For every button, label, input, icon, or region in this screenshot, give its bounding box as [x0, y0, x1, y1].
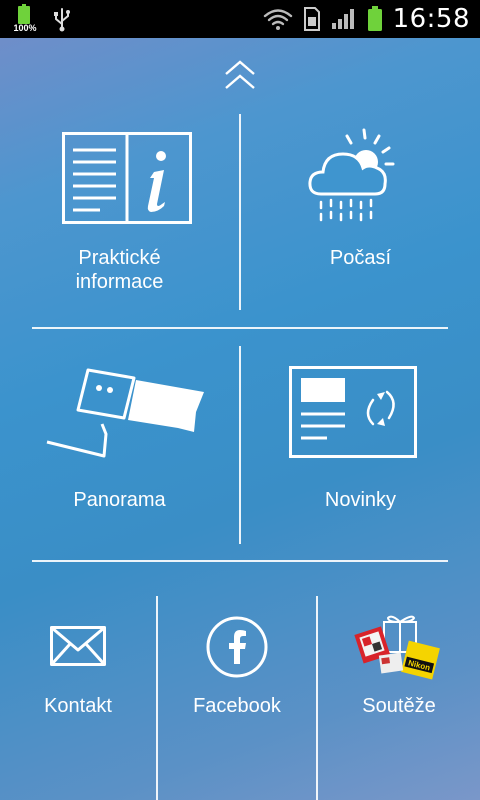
- tile-label: Kontakt: [44, 695, 112, 717]
- sim-card-icon: [303, 7, 320, 31]
- gifts-prizes-icon: Nikon: [354, 615, 440, 680]
- info-book-icon: [62, 132, 192, 224]
- tile-souteze[interactable]: Nikon Soutěže: [318, 578, 480, 800]
- tile-label-line1: Praktické: [78, 247, 161, 269]
- clock: 16:58: [392, 4, 470, 34]
- tile-label: Panorama: [73, 489, 166, 511]
- tile-label: Novinky: [324, 489, 397, 511]
- status-bar: 100% 16:58: [0, 0, 480, 38]
- tile-label: Soutěže: [362, 695, 436, 717]
- tile-facebook[interactable]: Facebook: [158, 578, 316, 800]
- status-bar-left: 100%: [10, 4, 72, 34]
- tile-novinky[interactable]: Novinky: [241, 346, 480, 546]
- tile-label-line2: informace: [75, 271, 164, 293]
- tile-label: Počasí: [329, 247, 392, 269]
- security-camera-icon: [46, 368, 204, 458]
- main-menu: Praktické informace Počasí Panorama Novi…: [0, 38, 480, 800]
- tile-label: Facebook: [193, 695, 281, 717]
- tile-prakticke-informace[interactable]: Praktické informace: [0, 114, 239, 314]
- battery-percent-label: 100%: [13, 23, 37, 33]
- double-chevron-up-icon[interactable]: [220, 56, 260, 96]
- wifi-icon: [263, 9, 292, 30]
- tile-panorama[interactable]: Panorama: [0, 346, 239, 546]
- divider-horizontal-2: [32, 560, 448, 562]
- tile-label: Praktické informace: [0, 246, 239, 294]
- battery-icon: [367, 6, 382, 31]
- signal-strength-icon: [331, 9, 354, 29]
- status-bar-right: 16:58: [263, 0, 470, 38]
- battery-notification-icon: 100%: [10, 4, 38, 34]
- envelope-icon: [50, 626, 106, 666]
- tile-kontakt[interactable]: Kontakt: [0, 578, 156, 800]
- tile-pocasi[interactable]: Počasí: [241, 114, 480, 314]
- weather-cloud-sun-rain-icon: [308, 128, 395, 222]
- usb-icon: [54, 8, 70, 32]
- divider-horizontal-1: [32, 327, 448, 329]
- news-refresh-icon: [289, 366, 417, 458]
- facebook-icon: [206, 616, 268, 678]
